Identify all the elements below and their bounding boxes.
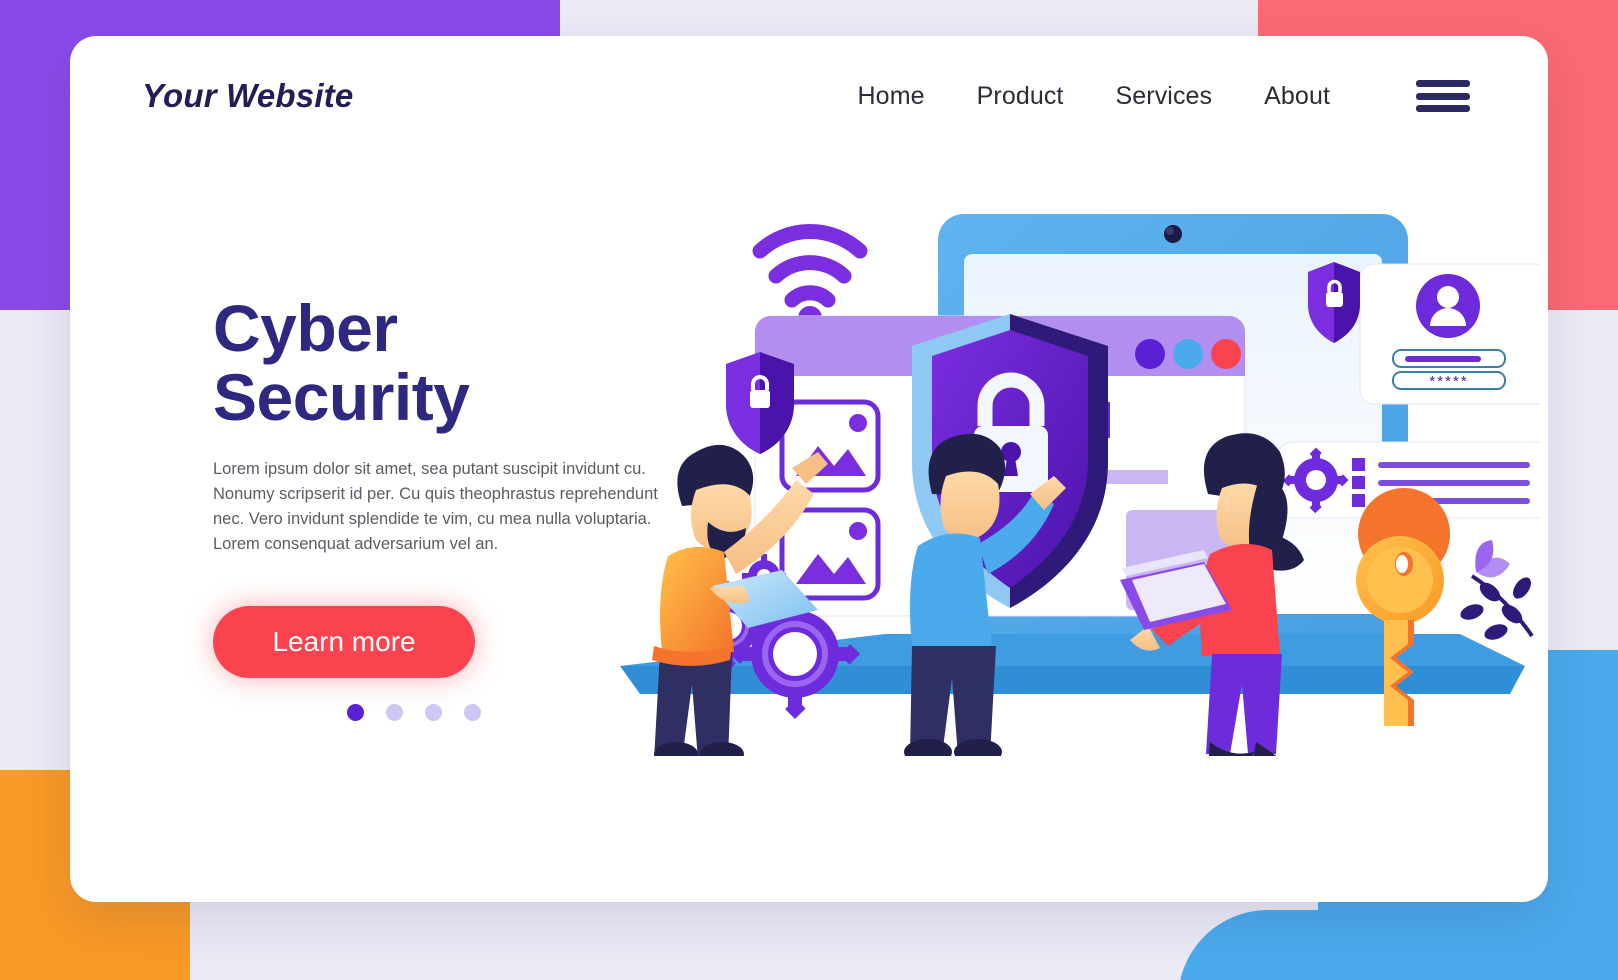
- svg-text:*****: *****: [1429, 373, 1468, 390]
- learn-more-button[interactable]: Learn more: [213, 605, 475, 678]
- nav-item-home[interactable]: Home: [858, 82, 925, 111]
- image-placeholder-card-2: [779, 507, 881, 601]
- plant-decoration: [1460, 540, 1534, 640]
- browser-dot-2: [1173, 339, 1203, 369]
- hero-illustration: *****: [560, 176, 1540, 756]
- hero-title-line-1: Cyber: [213, 291, 398, 365]
- wifi-icon: [752, 224, 868, 308]
- browser-dot-3: [1211, 339, 1241, 369]
- main-navigation: Home Product Services About: [858, 76, 1470, 116]
- nav-item-about[interactable]: About: [1264, 82, 1330, 111]
- landing-page-card: Your Website Home Product Services About…: [70, 36, 1548, 902]
- hamburger-bar: [1416, 92, 1470, 100]
- hamburger-icon[interactable]: [1416, 76, 1470, 116]
- hero-title-line-2: Security: [213, 359, 470, 434]
- hamburger-bar: [1416, 105, 1470, 112]
- brand-logo[interactable]: Your Website: [142, 77, 353, 115]
- site-header: Your Website Home Product Services About: [70, 36, 1548, 156]
- login-card: *****: [1359, 263, 1540, 405]
- nav-item-product[interactable]: Product: [977, 82, 1064, 111]
- carousel-dot-3[interactable]: [425, 703, 442, 721]
- carousel-dot-1[interactable]: [347, 703, 364, 721]
- browser-dot-1: [1135, 339, 1165, 369]
- carousel-dot-4[interactable]: [464, 703, 481, 721]
- nav-item-services[interactable]: Services: [1115, 82, 1212, 111]
- hamburger-bar: [1416, 80, 1470, 87]
- image-placeholder-card-1: [779, 399, 881, 493]
- carousel-dot-2[interactable]: [386, 703, 403, 721]
